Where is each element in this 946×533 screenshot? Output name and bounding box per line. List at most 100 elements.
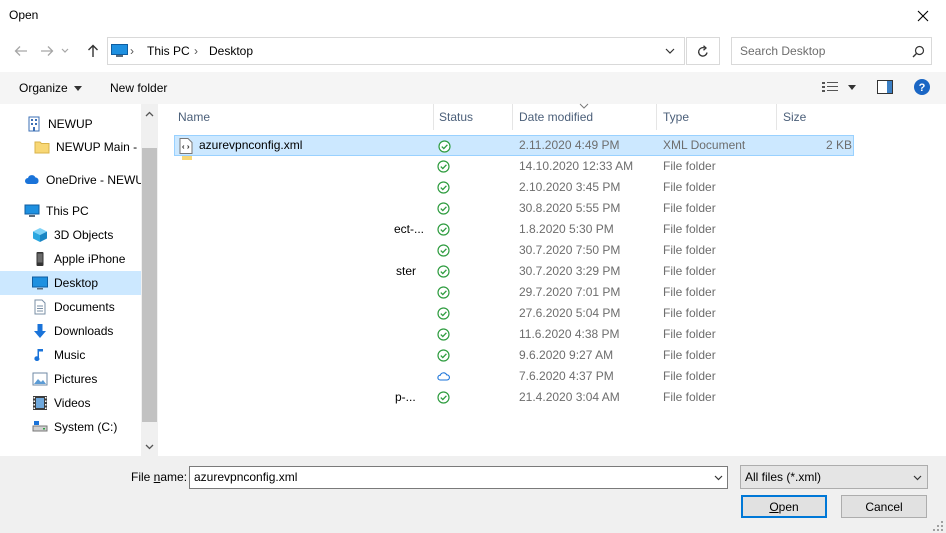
- file-row[interactable]: 11.6.2020 4:38 PM File folder: [174, 324, 854, 345]
- refresh-icon: [698, 44, 708, 57]
- nav-item-apple-iphone[interactable]: Apple iPhone: [0, 247, 142, 271]
- nav-item-videos[interactable]: Videos: [0, 391, 142, 415]
- column-header-name[interactable]: Name: [172, 104, 434, 130]
- open-label: pen: [778, 499, 799, 514]
- file-row[interactable]: 29.7.2020 7:01 PM File folder: [174, 282, 854, 303]
- nav-item-3d-objects[interactable]: 3D Objects: [0, 223, 142, 247]
- file-row[interactable]: 7.6.2020 4:37 PM File folder: [174, 366, 854, 387]
- filetype-select[interactable]: All files (*.xml): [740, 465, 928, 489]
- file-row[interactable]: 14.10.2020 12:33 AM File folder: [174, 156, 854, 177]
- new-folder-button[interactable]: New folder: [110, 81, 167, 95]
- file-row[interactable]: p-... 21.4.2020 3:04 AM File folder: [174, 387, 854, 408]
- column-header-status[interactable]: Status: [433, 104, 513, 130]
- forward-button[interactable]: [36, 40, 58, 62]
- file-type: File folder: [663, 390, 716, 404]
- nav-item-onedrive[interactable]: OneDrive - NEWU: [0, 168, 142, 192]
- column-header-type[interactable]: Type: [657, 104, 777, 130]
- file-row[interactable]: 30.7.2020 7:50 PM File folder: [174, 240, 854, 261]
- search-box[interactable]: Search Desktop: [731, 37, 932, 65]
- resize-grip-icon[interactable]: [932, 520, 944, 532]
- filename-label: File name:: [131, 470, 187, 484]
- synced-icon: [437, 286, 450, 299]
- nav-item-newup[interactable]: NEWUP: [0, 112, 142, 136]
- close-icon: [917, 10, 929, 22]
- file-type: File folder: [663, 306, 716, 320]
- breadcrumb-desktop[interactable]: Desktop: [209, 44, 253, 58]
- scroll-up-icon[interactable]: [145, 111, 154, 117]
- nav-item-downloads[interactable]: Downloads: [0, 319, 142, 343]
- chevron-down-icon: [61, 48, 69, 53]
- breadcrumb-this-pc[interactable]: This PC: [147, 44, 190, 58]
- nav-item-label: System (C:): [54, 420, 118, 434]
- document-icon: [34, 299, 46, 315]
- video-icon: [33, 396, 47, 410]
- folder-icon: [34, 141, 50, 154]
- back-button[interactable]: [10, 40, 32, 62]
- view-options-button[interactable]: [822, 81, 856, 93]
- file-row[interactable]: 30.8.2020 5:55 PM File folder: [174, 198, 854, 219]
- nav-item-label: OneDrive - NEWU: [46, 173, 142, 187]
- sort-indicator-icon: [579, 103, 589, 109]
- close-button[interactable]: [900, 0, 946, 32]
- filename-label-part: ame:: [160, 470, 188, 484]
- up-button[interactable]: [82, 40, 104, 62]
- file-type: File folder: [663, 243, 716, 257]
- synced-icon: [437, 349, 450, 362]
- nav-item-label: Downloads: [54, 324, 114, 338]
- preview-pane-icon: [877, 80, 893, 94]
- synced-icon: [437, 181, 450, 194]
- chevron-down-icon[interactable]: [714, 475, 723, 481]
- file-date: 11.6.2020 4:38 PM: [519, 327, 620, 341]
- open-button[interactable]: Open: [741, 495, 827, 518]
- file-row[interactable]: 2.10.2020 3:45 PM File folder: [174, 177, 854, 198]
- music-icon: [34, 349, 43, 361]
- scroll-down-icon[interactable]: [145, 444, 154, 450]
- file-date: 27.6.2020 5:04 PM: [519, 306, 621, 320]
- file-row[interactable]: ster 30.7.2020 3:29 PM File folder: [174, 261, 854, 282]
- file-row[interactable]: 9.6.2020 9:27 AM File folder: [174, 345, 854, 366]
- nav-item-pictures[interactable]: Pictures: [0, 367, 142, 391]
- organize-button[interactable]: Organize: [19, 81, 82, 95]
- cloud-status-icon: [437, 372, 450, 381]
- file-row[interactable]: 27.6.2020 5:04 PM File folder: [174, 303, 854, 324]
- nav-item-system-c[interactable]: System (C:): [0, 415, 142, 439]
- details-view-icon: [822, 82, 838, 92]
- chevron-down-icon: [913, 475, 922, 481]
- filename-input[interactable]: azurevpnconfig.xml: [189, 466, 728, 489]
- synced-icon: [437, 391, 450, 404]
- help-button[interactable]: ?: [914, 79, 930, 98]
- nav-item-label: Videos: [54, 396, 91, 410]
- desktop-icon: [32, 276, 48, 290]
- file-row[interactable]: azurevpnconfig.xml 2.11.2020 4:49 PM XML…: [174, 135, 854, 156]
- cube-icon: [33, 228, 47, 242]
- nav-item-music[interactable]: Music: [0, 343, 142, 367]
- nav-scrollbar-thumb[interactable]: [142, 148, 157, 422]
- file-type: File folder: [663, 369, 716, 383]
- file-date: 30.7.2020 7:50 PM: [519, 243, 621, 257]
- nav-item-label: Apple iPhone: [54, 252, 126, 266]
- preview-pane-button[interactable]: [877, 80, 893, 97]
- nav-item-desktop[interactable]: Desktop: [0, 271, 141, 295]
- nav-item-label: 3D Objects: [54, 228, 114, 242]
- file-date: 30.8.2020 5:55 PM: [519, 201, 621, 215]
- filetype-value: All files (*.xml): [745, 470, 822, 484]
- synced-icon: [437, 202, 450, 215]
- file-name: ster: [396, 264, 417, 278]
- recent-locations-button[interactable]: [58, 40, 72, 62]
- file-date: 21.4.2020 3:04 AM: [519, 390, 620, 404]
- file-date: 1.8.2020 5:30 PM: [519, 222, 614, 236]
- cancel-button[interactable]: Cancel: [841, 495, 927, 518]
- nav-item-this-pc[interactable]: This PC: [0, 199, 142, 223]
- nav-item-newup-main[interactable]: NEWUP Main - C: [0, 135, 142, 159]
- file-row[interactable]: ect-... 1.8.2020 5:30 PM File folder: [174, 219, 854, 240]
- refresh-button[interactable]: [686, 37, 720, 65]
- file-type: File folder: [663, 264, 716, 278]
- search-icon[interactable]: [912, 45, 925, 58]
- nav-item-documents[interactable]: Documents: [0, 295, 142, 319]
- svg-text:?: ?: [919, 82, 926, 94]
- column-header-size[interactable]: Size: [777, 104, 855, 130]
- chevron-down-icon[interactable]: [665, 48, 675, 55]
- search-placeholder: Search Desktop: [740, 44, 826, 58]
- synced-icon: [437, 265, 450, 278]
- address-bar[interactable]: › This PC › Desktop: [107, 37, 685, 65]
